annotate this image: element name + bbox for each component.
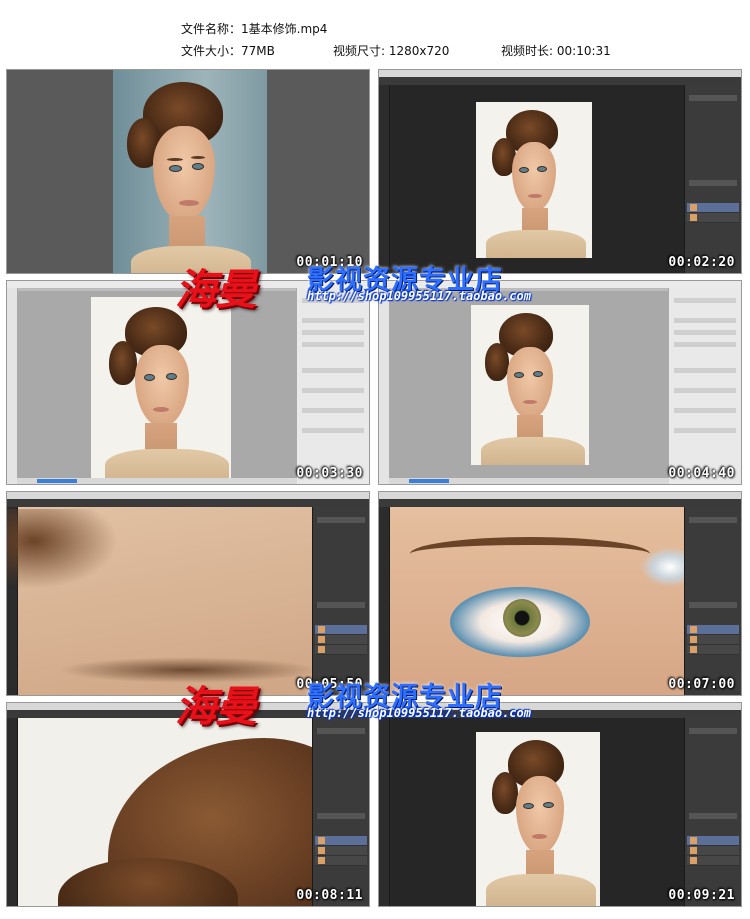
portrait-photo bbox=[91, 297, 231, 479]
canvas-area bbox=[390, 718, 684, 906]
timestamp: 00:02:20 bbox=[668, 255, 735, 270]
canvas-area bbox=[17, 291, 297, 484]
file-size-label: 文件大小： bbox=[181, 44, 242, 58]
right-panel bbox=[684, 718, 741, 906]
menu-bar bbox=[7, 703, 369, 710]
file-name-label: 文件名称： bbox=[181, 22, 242, 36]
thumbnail-1[interactable]: 00:01:10 bbox=[6, 69, 370, 274]
file-size-value: 77MB bbox=[241, 44, 275, 58]
thumbnail-6[interactable]: 00:07:00 bbox=[378, 491, 742, 696]
menu-bar bbox=[379, 703, 741, 710]
thumbnail-2[interactable]: 00:02:20 bbox=[378, 69, 742, 274]
duration-label: 视频时长: bbox=[501, 44, 554, 58]
timestamp: 00:04:40 bbox=[668, 466, 735, 481]
resolution-label: 视频尺寸: bbox=[333, 44, 386, 58]
canvas-area bbox=[390, 507, 700, 695]
canvas-area bbox=[389, 291, 669, 484]
thumbnail-5[interactable]: 00:05:50 bbox=[6, 491, 370, 696]
timestamp: 00:05:50 bbox=[296, 677, 363, 692]
tools-panel bbox=[379, 718, 390, 906]
adjustment-panel bbox=[296, 288, 369, 484]
menu-bar bbox=[7, 492, 369, 499]
right-panel bbox=[312, 507, 369, 695]
timestamp: 00:08:11 bbox=[296, 888, 363, 903]
duration-line: 视频时长: 00:10:31 bbox=[501, 42, 611, 59]
thumbnail-3[interactable]: 00:03:30 bbox=[6, 280, 370, 485]
resolution-line: 视频尺寸: 1280x720 bbox=[333, 42, 449, 59]
canvas-area bbox=[7, 507, 318, 695]
thumbnail-4[interactable]: 00:04:40 bbox=[378, 280, 742, 485]
right-panel bbox=[312, 718, 369, 906]
file-name-value: 1基本修饰.mp4 bbox=[241, 22, 328, 36]
duration-value: 00:10:31 bbox=[556, 44, 611, 58]
canvas-area bbox=[18, 718, 368, 906]
eye-iris-icon bbox=[503, 599, 541, 637]
timestamp: 00:03:30 bbox=[296, 466, 363, 481]
thumbnail-8[interactable]: 00:09:21 bbox=[378, 702, 742, 907]
portrait-photo bbox=[476, 102, 592, 258]
status-bar bbox=[389, 478, 669, 484]
thumbnail-7[interactable]: 00:08:11 bbox=[6, 702, 370, 907]
portrait-photo bbox=[113, 70, 267, 273]
timestamp: 00:09:21 bbox=[668, 888, 735, 903]
file-size-line: 文件大小：77MB bbox=[181, 42, 275, 59]
tools-panel bbox=[7, 718, 18, 906]
tools-panel bbox=[379, 85, 390, 273]
canvas-area bbox=[390, 85, 684, 273]
right-panel bbox=[684, 85, 741, 273]
thumbnail-grid: 00:01:10 00:02:20 00:03:30 00:04:40 00:0… bbox=[6, 69, 744, 913]
portrait-photo bbox=[476, 732, 600, 906]
file-name-line: 文件名称：1基本修饰.mp4 bbox=[181, 20, 327, 37]
right-panel bbox=[684, 507, 741, 695]
portrait-photo bbox=[471, 305, 589, 465]
timestamp: 00:07:00 bbox=[668, 677, 735, 692]
status-bar bbox=[17, 478, 297, 484]
menu-bar bbox=[379, 70, 741, 77]
resolution-value: 1280x720 bbox=[388, 44, 450, 58]
timestamp: 00:01:10 bbox=[296, 255, 363, 270]
adjustment-panel bbox=[668, 288, 741, 484]
tools-panel bbox=[379, 507, 390, 695]
menu-bar bbox=[379, 492, 741, 499]
